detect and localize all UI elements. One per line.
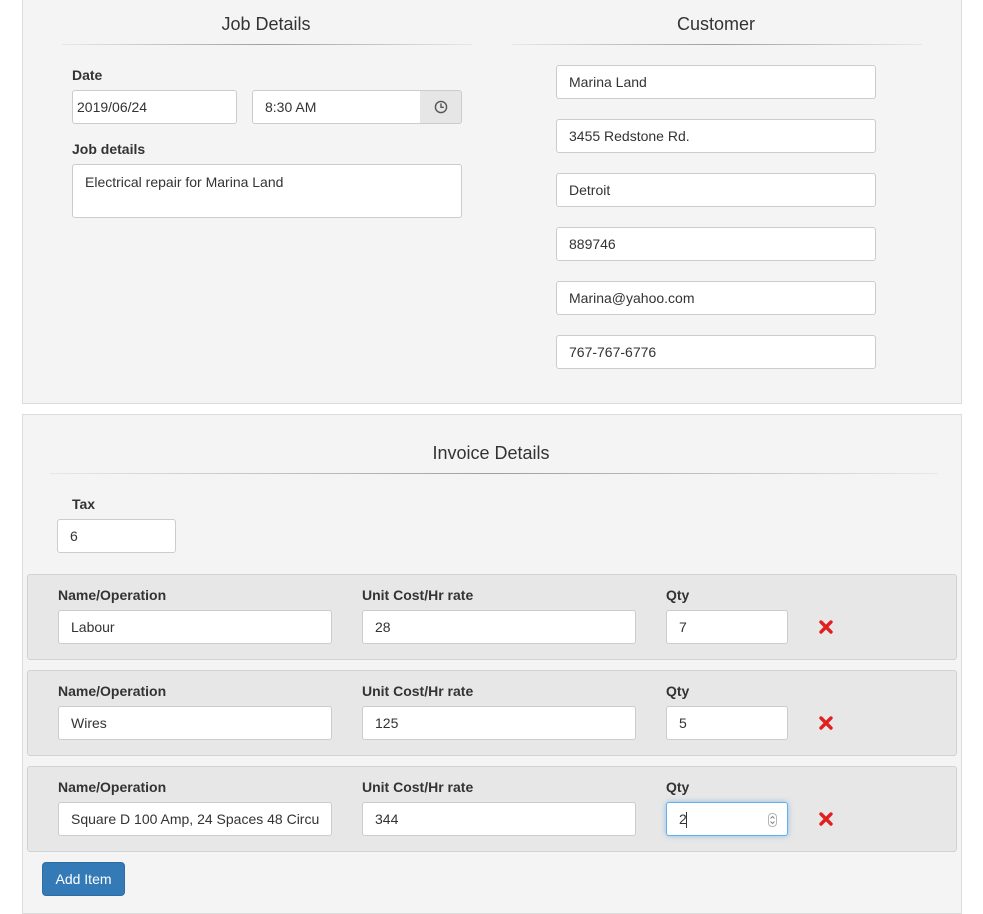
invoice-details-title: Invoice Details bbox=[432, 443, 550, 463]
item-cost-input[interactable]: 28 bbox=[362, 610, 636, 644]
item-name-input[interactable]: Labour bbox=[58, 610, 332, 644]
customer-address-input[interactable]: 3455 Redstone Rd. bbox=[556, 119, 876, 153]
item-cost-label: Unit Cost/Hr rate bbox=[362, 779, 474, 795]
customer-title: Customer bbox=[676, 14, 756, 34]
customer-email-input[interactable]: Marina@yahoo.com bbox=[556, 281, 876, 315]
item-name-label: Name/Operation bbox=[58, 587, 167, 603]
job-details-title: Job Details bbox=[221, 14, 311, 34]
customer-divider bbox=[512, 44, 922, 45]
item-cost-input[interactable]: 125 bbox=[362, 706, 636, 740]
item-qty-input[interactable]: 5 bbox=[666, 706, 788, 740]
add-item-button[interactable]: Add Item bbox=[42, 862, 125, 896]
item-cost-label: Unit Cost/Hr rate bbox=[362, 683, 474, 699]
text-caret bbox=[686, 812, 687, 828]
customer-city-input[interactable]: Detroit bbox=[556, 173, 876, 207]
item-cost-input[interactable]: 344 bbox=[362, 802, 636, 836]
customer-phone-input[interactable]: 767-767-6776 bbox=[556, 335, 876, 369]
item-name-label: Name/Operation bbox=[58, 683, 167, 699]
remove-item-icon[interactable] bbox=[818, 715, 834, 731]
item-name-label: Name/Operation bbox=[58, 779, 167, 795]
customer-name-input[interactable]: Marina Land bbox=[556, 65, 876, 99]
remove-item-icon[interactable] bbox=[818, 619, 834, 635]
job-details-divider bbox=[62, 44, 472, 45]
item-cost-label: Unit Cost/Hr rate bbox=[362, 587, 474, 603]
item-qty-input-focused[interactable]: 2 bbox=[666, 802, 788, 836]
tax-input[interactable]: 6 bbox=[57, 519, 176, 553]
remove-item-icon[interactable] bbox=[818, 811, 834, 827]
date-input[interactable]: 2019/06/24 bbox=[72, 90, 237, 124]
customer-zip-input[interactable]: 889746 bbox=[556, 227, 876, 261]
time-input[interactable]: 8:30 AM bbox=[252, 90, 421, 124]
item-qty-label: Qty bbox=[666, 683, 690, 699]
date-label: Date bbox=[72, 67, 103, 83]
job-details-label: Job details bbox=[72, 141, 146, 157]
item-name-input[interactable]: Square D 100 Amp, 24 Spaces 48 Circu bbox=[58, 802, 332, 836]
item-qty-label: Qty bbox=[666, 779, 690, 795]
item-qty-label: Qty bbox=[666, 587, 690, 603]
item-name-input[interactable]: Wires bbox=[58, 706, 332, 740]
tax-label: Tax bbox=[72, 496, 96, 512]
job-details-textarea[interactable]: Electrical repair for Marina Land bbox=[72, 164, 462, 218]
number-stepper-icon[interactable] bbox=[768, 813, 777, 827]
time-picker-button[interactable] bbox=[420, 90, 462, 124]
item-qty-input[interactable]: 7 bbox=[666, 610, 788, 644]
clock-icon bbox=[434, 100, 447, 114]
invoice-details-divider bbox=[50, 473, 938, 474]
